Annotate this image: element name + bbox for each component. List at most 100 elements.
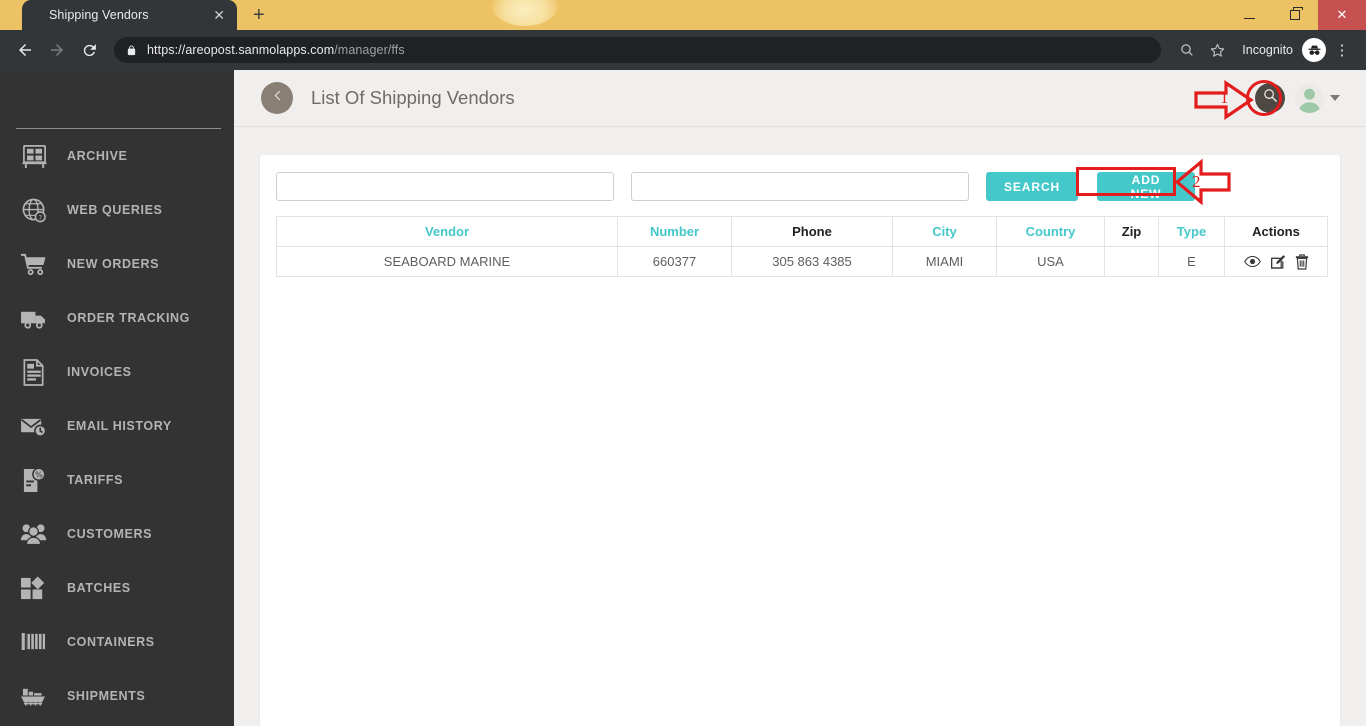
incognito-icon[interactable] [1302,38,1326,62]
search-button[interactable]: SEARCH [986,172,1078,201]
header-search-button[interactable] [1255,83,1285,113]
column-header-city[interactable]: City [892,216,997,247]
tab-close-icon[interactable]: ✕ [213,8,225,22]
reload-icon[interactable] [74,35,104,65]
column-header-zip: Zip [1104,216,1159,247]
search-icon [1262,87,1279,109]
table-header-row: Vendor Number Phone City Country Zip Typ… [276,216,1328,247]
sidebar-item-shipments[interactable]: SHIPMENTS [0,669,234,723]
svg-text:?: ? [38,214,42,222]
browser-menu-icon[interactable]: ⋮ [1328,36,1356,64]
sidebar-item-label: SHIPMENTS [67,689,146,703]
search-input-primary[interactable] [276,172,614,201]
people-group-icon [18,519,50,549]
svg-text:%: % [34,469,42,479]
chevron-left-icon [271,89,284,107]
sidebar-navigation: ARCHIVE ? WEB QUERIES NEW ORDERS ORDER T… [0,70,234,726]
delete-icon[interactable] [1295,253,1309,270]
sidebar-item-label: BATCHES [67,581,131,595]
cell-phone: 305 863 4385 [731,246,893,277]
cell-type: E [1158,246,1225,277]
sidebar-item-batches[interactable]: BATCHES [0,561,234,615]
avatar [1295,83,1324,113]
cell-country: USA [996,246,1105,277]
new-tab-button[interactable]: + [253,5,265,25]
filter-bar: SEARCH ADD NEW [260,155,1340,201]
column-header-country[interactable]: Country [996,216,1105,247]
main-content: List Of Shipping Vendors SEARCH ADD NEW … [234,70,1366,726]
truck-icon [18,303,50,333]
cell-actions [1224,246,1328,277]
batches-shapes-icon [18,573,50,603]
column-header-type[interactable]: Type [1158,216,1225,247]
invoice-document-icon [18,357,50,387]
url-path: /manager/ffs [334,43,405,57]
forward-navigation-icon[interactable] [42,35,72,65]
column-header-vendor[interactable]: Vendor [276,216,618,247]
browser-tab-shipping-vendors[interactable]: Shipping Vendors ✕ [22,0,237,30]
shopping-cart-icon [18,249,50,279]
archive-icon [18,141,50,171]
sidebar-item-label: EMAIL HISTORY [67,419,172,433]
page-header: List Of Shipping Vendors [234,70,1366,127]
browser-window: Shipping Vendors ✕ + ✕ https://areopost.… [0,0,1366,726]
sidebar-item-customers[interactable]: CUSTOMERS [0,507,234,561]
sidebar-item-tariffs[interactable]: % $ TARIFFS [0,453,234,507]
sidebar-item-new-orders[interactable]: NEW ORDERS [0,237,234,291]
sidebar-item-invoices[interactable]: INVOICES [0,345,234,399]
view-icon[interactable] [1243,255,1261,268]
bookmark-star-icon[interactable] [1203,36,1231,64]
search-input-secondary[interactable] [631,172,969,201]
sidebar-item-label: INVOICES [67,365,132,379]
shipping-container-icon [18,627,50,657]
chevron-down-icon [1330,95,1340,101]
sidebar-item-label: ORDER TRACKING [67,311,190,325]
page-title: List Of Shipping Vendors [311,87,515,108]
cell-vendor: SEABOARD MARINE [276,246,618,277]
url-origin: https://areopost.sanmolapps.com [147,43,335,57]
sidebar-item-order-tracking[interactable]: ORDER TRACKING [0,291,234,345]
browser-tab-strip: Shipping Vendors ✕ + ✕ [0,0,1366,30]
kebab-menu-glyph: ⋮ [1334,41,1350,59]
envelope-clock-icon [18,411,50,441]
sidebar-item-containers[interactable]: CONTAINERS [0,615,234,669]
table-row[interactable]: SEABOARD MARINE 660377 305 863 4385 MIAM… [276,246,1328,277]
window-close-button[interactable]: ✕ [1318,0,1366,30]
toolbar-right-group: Incognito ⋮ [1173,36,1356,64]
window-maximize-button[interactable] [1272,0,1318,30]
vendors-table: Vendor Number Phone City Country Zip Typ… [276,216,1328,277]
sidebar-item-label: WEB QUERIES [67,203,163,217]
sidebar-item-web-queries[interactable]: ? WEB QUERIES [0,183,234,237]
page-search-icon[interactable] [1173,36,1201,64]
globe-query-icon: ? [18,195,50,225]
sidebar-item-email-history[interactable]: EMAIL HISTORY [0,399,234,453]
sidebar-item-label: CONTAINERS [67,635,155,649]
cell-zip [1104,246,1159,277]
cell-city: MIAMI [892,246,997,277]
address-bar[interactable]: https://areopost.sanmolapps.com/manager/… [114,37,1162,63]
cell-number: 660377 [617,246,732,277]
edit-icon[interactable] [1270,254,1286,270]
cargo-ship-icon [18,681,50,711]
user-menu[interactable] [1295,83,1340,113]
tabstrip-glow-decoration [492,0,558,26]
sidebar-item-archive[interactable]: ARCHIVE [0,129,234,183]
window-controls: ✕ [1226,0,1366,30]
incognito-label: Incognito [1242,43,1293,57]
sidebar-item-label: ARCHIVE [67,149,128,163]
lock-icon [126,44,137,57]
back-navigation-icon[interactable] [10,35,40,65]
tariff-percent-icon: % $ [18,465,50,495]
tab-title: Shipping Vendors [49,8,149,22]
back-button[interactable] [261,82,293,114]
column-header-phone: Phone [731,216,893,247]
window-minimize-button[interactable] [1226,0,1272,30]
column-header-actions: Actions [1224,216,1328,247]
sidebar-item-label: NEW ORDERS [67,257,160,271]
svg-text:$: $ [31,481,38,492]
header-actions [1255,83,1340,113]
browser-toolbar: https://areopost.sanmolapps.com/manager/… [0,30,1366,70]
column-header-number[interactable]: Number [617,216,732,247]
add-new-button[interactable]: ADD NEW [1097,172,1195,201]
sidebar-item-label: TARIFFS [67,473,124,487]
